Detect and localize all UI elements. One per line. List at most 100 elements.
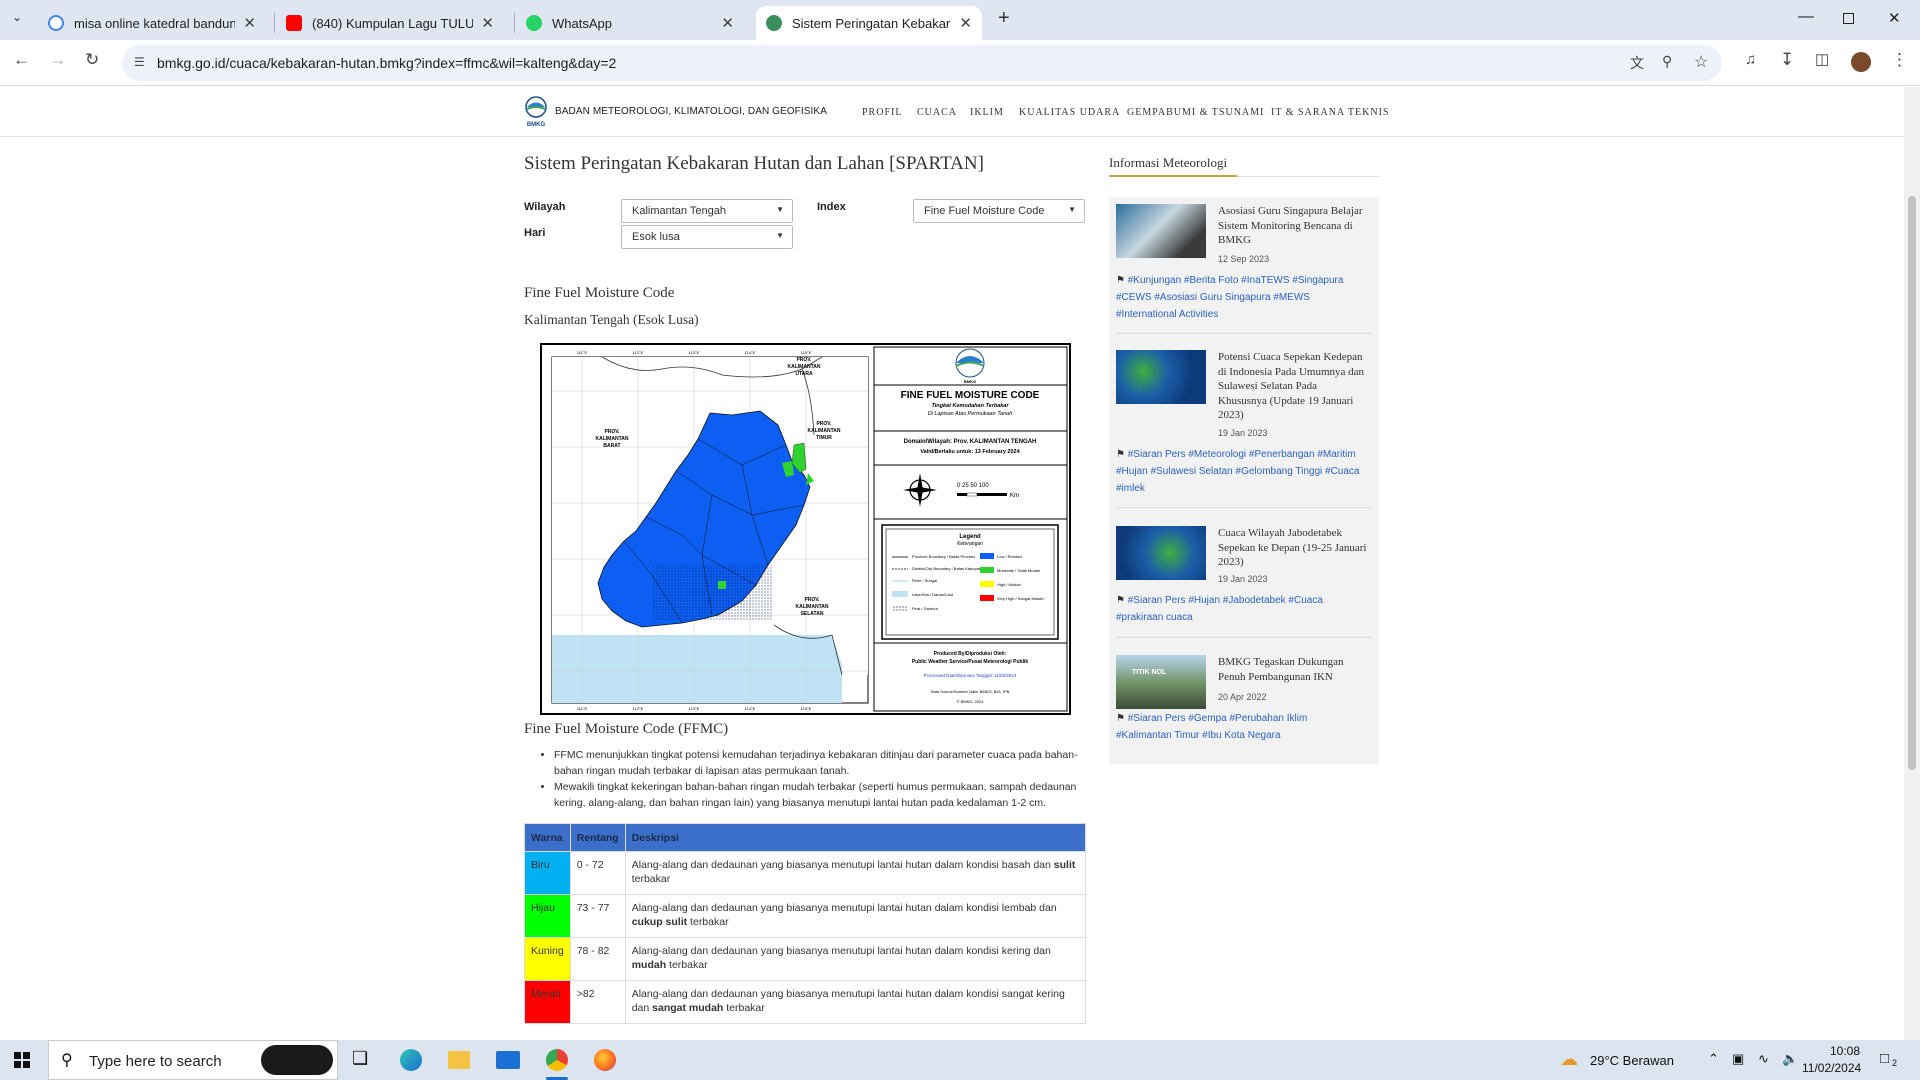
nav-cuaca[interactable]: CUACA	[917, 107, 957, 118]
bookmark-star-icon[interactable]: ☆	[1694, 52, 1708, 72]
news-tags[interactable]: ⚑ #Kunjungan #Berita Foto #InaTEWS #Sing…	[1116, 272, 1361, 323]
news-tags-text[interactable]: #Kunjungan #Berita Foto #InaTEWS #Singap…	[1116, 275, 1343, 320]
news-thumbnail[interactable]	[1116, 350, 1206, 404]
taskbar-search[interactable]: ⚲ Type here to search	[48, 1040, 338, 1080]
zoom-icon[interactable]: ⚲	[1662, 53, 1672, 70]
table-header-row: Warna Rentang Deskripsi	[524, 823, 1087, 852]
tab-3[interactable]: WhatsApp ✕	[516, 6, 744, 40]
map-produced-by: Public Weather Service/Pusat Meteorologi…	[912, 659, 1029, 665]
desc-text: Alang-alang dan dedaunan yang biasanya m…	[631, 902, 1057, 914]
tab-2[interactable]: (840) Kumpulan Lagu TULUS Fu ✕	[276, 6, 504, 40]
page-title: Sistem Peringatan Kebakaran Hutan dan La…	[524, 153, 984, 174]
news-divider	[1116, 333, 1372, 334]
bmkg-logo-icon[interactable]: BMKG	[524, 96, 548, 128]
clock-date[interactable]: 11/02/2024	[1802, 1061, 1861, 1075]
new-tab-icon[interactable]: +	[998, 7, 1010, 30]
menu-kebab-icon[interactable]: ⋮	[1891, 50, 1908, 70]
news-tags[interactable]: ⚑ #Siaran Pers #Gempa #Perubahan Iklim #…	[1116, 710, 1361, 744]
chrome-icon[interactable]	[546, 1049, 568, 1071]
tab-search-icon[interactable]: ⌄	[12, 10, 22, 24]
deskripsi-cell: Alang-alang dan dedaunan yang biasanya m…	[624, 894, 1087, 938]
news-title-link[interactable]: BMKG Tegaskan Dukungan Penuh Pembangunan…	[1218, 655, 1368, 684]
news-tags-text[interactable]: #Siaran Pers #Meteorologi #Penerbangan #…	[1116, 449, 1360, 494]
windows-start-icon[interactable]	[14, 1052, 30, 1068]
side-panel-icon[interactable]: ◫	[1815, 50, 1829, 68]
minimize-icon[interactable]: —	[1798, 8, 1814, 26]
notification-icon[interactable]: □	[1880, 1050, 1889, 1067]
nav-iklim[interactable]: IKLIM	[970, 107, 1004, 118]
url-text[interactable]: bmkg.go.id/cuaca/kebakaran-hutan.bmkg?in…	[157, 55, 616, 71]
news-tags[interactable]: ⚑ #Siaran Pers #Hujan #Jabodetabek #Cuac…	[1116, 592, 1361, 626]
tab-strip: ⌄ misa online katedral bandung h ✕ (840)…	[0, 0, 1920, 40]
index-select[interactable]: Fine Fuel Moisture Code ▼	[913, 199, 1085, 223]
desc-text: terbakar	[666, 959, 708, 971]
map-subheading-1: Tingkat Kemudahan Terbakar	[931, 403, 1009, 409]
copilot-icon[interactable]	[261, 1045, 333, 1075]
news-title-link[interactable]: Asosiasi Guru Singapura Belajar Sistem M…	[1218, 204, 1368, 248]
site-info-icon[interactable]: ☰	[134, 55, 145, 69]
news-tags-text[interactable]: #Siaran Pers #Gempa #Perubahan Iklim #Ka…	[1116, 713, 1307, 741]
edge-icon[interactable]	[400, 1049, 422, 1071]
prov-barat-label: PROV.	[604, 429, 620, 435]
wifi-icon[interactable]: ∿	[1758, 1051, 1769, 1067]
media-control-icon[interactable]: ♫	[1745, 51, 1756, 68]
nav-gempabumi[interactable]: GEMPABUMI & TSUNAMI	[1127, 107, 1264, 118]
table-row: Kuning 78 - 82 Alang-alang dan dedaunan …	[524, 937, 1087, 981]
nav-it-sarana[interactable]: IT & SARANA TEKNIS	[1271, 107, 1389, 118]
news-tags[interactable]: ⚑ #Siaran Pers #Meteorologi #Penerbangan…	[1116, 446, 1361, 497]
close-tab-icon[interactable]: ✕	[243, 14, 256, 32]
forward-icon[interactable]: →	[49, 50, 66, 70]
legend-item: Moderate / Tidak Mudah	[997, 568, 1040, 573]
warna-cell: Kuning	[524, 937, 571, 981]
svg-text:111°E: 111°E	[577, 706, 588, 711]
news-thumbnail[interactable]	[1116, 204, 1206, 258]
download-icon[interactable]: ↧	[1780, 50, 1794, 70]
tab-title: WhatsApp	[552, 15, 612, 31]
news-title-link[interactable]: Potensi Cuaca Sepekan Kedepan di Indones…	[1218, 350, 1368, 423]
notification-count: 2	[1892, 1058, 1898, 1068]
tag-icon: ⚑	[1116, 713, 1128, 724]
weather-icon[interactable]: ☁	[1560, 1049, 1578, 1070]
col-warna: Warna	[524, 823, 571, 852]
tab-4-active[interactable]: Sistem Peringatan Kebakaran H ✕	[756, 6, 982, 40]
close-window-icon[interactable]: ✕	[1888, 9, 1901, 27]
translate-icon[interactable]: 文	[1630, 53, 1644, 73]
news-tags-text[interactable]: #Siaran Pers #Hujan #Jabodetabek #Cuaca …	[1116, 595, 1323, 623]
nav-profil[interactable]: PROFIL	[862, 107, 902, 118]
reload-icon[interactable]: ↻	[85, 50, 99, 70]
desc-text: terbakar	[687, 916, 729, 928]
legend-item: High / Mudah	[997, 582, 1021, 587]
bmkg-map-logo-icon	[955, 348, 985, 378]
wilayah-select[interactable]: Kalimantan Tengah ▼	[621, 199, 793, 223]
news-date: 19 Jan 2023	[1218, 428, 1268, 438]
nav-kualitas-udara[interactable]: KUALITAS UDARA	[1019, 107, 1120, 118]
tray-chevron-icon[interactable]: ⌃	[1708, 1051, 1719, 1067]
scrollbar-thumb[interactable]	[1908, 196, 1916, 770]
close-tab-icon[interactable]: ✕	[721, 14, 734, 32]
restore-icon[interactable]	[1843, 13, 1854, 24]
clock-time[interactable]: 10:08	[1830, 1044, 1860, 1058]
profile-avatar[interactable]	[1851, 52, 1871, 72]
meet-icon[interactable]: ▣	[1732, 1051, 1744, 1067]
news-thumbnail[interactable]: TITIK NOL	[1116, 655, 1206, 709]
hari-select[interactable]: Esok lusa ▼	[621, 225, 793, 249]
weather-text[interactable]: 29°C Berawan	[1590, 1053, 1674, 1068]
svg-text:112°E: 112°E	[633, 706, 644, 711]
volume-icon[interactable]: 🔈	[1782, 1051, 1798, 1067]
svg-text:111°E: 111°E	[577, 350, 588, 355]
svg-text:115°E: 115°E	[801, 706, 812, 711]
tab-1[interactable]: misa online katedral bandung h ✕	[38, 6, 266, 40]
back-icon[interactable]: ←	[13, 50, 30, 70]
brand-name[interactable]: BADAN METEOROLOGI, KLIMATOLOGI, DAN GEOF…	[555, 106, 827, 117]
close-tab-icon[interactable]: ✕	[481, 14, 494, 32]
file-explorer-icon[interactable]	[448, 1051, 470, 1069]
news-title-link[interactable]: Cuaca Wilayah Jabodetabek Sepekan ke Dep…	[1218, 526, 1368, 570]
mail-icon[interactable]	[496, 1051, 520, 1069]
close-tab-icon[interactable]: ✕	[959, 14, 972, 32]
news-thumbnail[interactable]	[1116, 526, 1206, 580]
address-bar[interactable]: ☰ bmkg.go.id/cuaca/kebakaran-hutan.bmkg?…	[122, 45, 1722, 81]
svg-text:KALIMANTAN: KALIMANTAN	[596, 436, 629, 442]
col-deskripsi: Deskripsi	[624, 823, 1087, 852]
task-view-icon[interactable]: ❏	[352, 1048, 368, 1069]
firefox-icon[interactable]	[594, 1049, 616, 1071]
